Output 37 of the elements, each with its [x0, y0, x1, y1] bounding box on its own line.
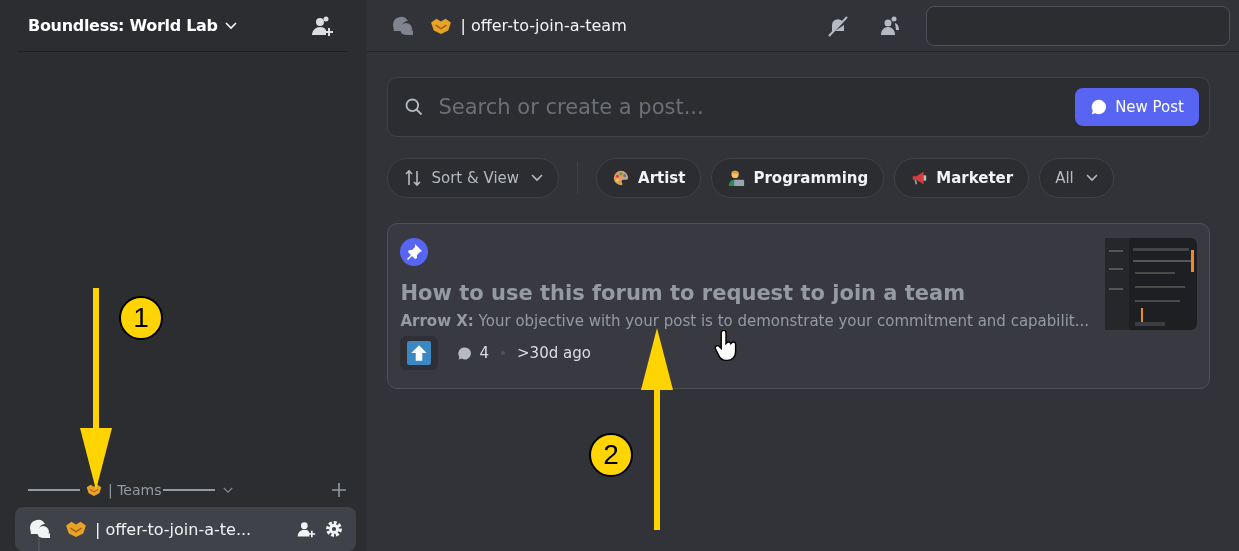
tag-filter[interactable]: Artist	[596, 158, 702, 198]
reaction-button[interactable]	[400, 336, 439, 370]
chevron-down-icon[interactable]	[224, 21, 237, 30]
sort-button[interactable]: Sort & View	[387, 158, 560, 198]
category-label[interactable]: | Teams	[108, 482, 162, 498]
search-icon	[404, 97, 425, 117]
person-laptop-icon	[727, 169, 746, 187]
hand-cursor-icon	[714, 330, 738, 362]
palette-icon	[612, 169, 631, 187]
chevron-down-icon	[1085, 174, 1098, 182]
search-field[interactable]: Search or create a post... New Post	[387, 77, 1210, 137]
all-filter[interactable]: All	[1039, 158, 1114, 198]
post-age: >30d ago	[517, 344, 591, 362]
chat-bubble-icon	[1090, 98, 1109, 116]
step-number: 2	[589, 433, 633, 477]
tag-filter[interactable]: Marketer	[894, 158, 1030, 198]
forum-icon	[27, 517, 51, 541]
handshake-icon	[430, 16, 453, 35]
chevron-down-icon	[531, 174, 544, 182]
new-post-button[interactable]: New Post	[1075, 88, 1199, 126]
chevron-icon[interactable]	[223, 486, 234, 494]
handshake-icon	[86, 483, 102, 497]
post-card[interactable]: How to use this forum to request to join a team Arrow X: Your objective with your post is to demonstrate your commitment and capabilit... 4 >30d ago	[387, 223, 1210, 389]
search-field[interactable]	[926, 5, 1230, 46]
sort-icon	[403, 168, 424, 188]
server-name[interactable]: Boundless: World Lab	[28, 16, 218, 35]
channel-title: | offer-to-join-a-team	[460, 16, 627, 35]
handshake-icon	[65, 520, 87, 538]
channel-item[interactable]: | offer-to-join-a-te...	[15, 507, 357, 551]
tag-filter[interactable]: Programming	[711, 158, 885, 198]
post-preview: Arrow X: Your objective with your post is to demonstrate your commitment and capabilit...	[400, 312, 1089, 330]
invite-icon[interactable]	[296, 519, 317, 539]
post-title[interactable]: How to use this forum to request to join a team	[400, 281, 1089, 305]
comment-count: 4	[479, 344, 489, 362]
megaphone-icon	[910, 169, 929, 187]
add-icon[interactable]	[332, 483, 347, 497]
settings-icon[interactable]	[324, 519, 345, 539]
